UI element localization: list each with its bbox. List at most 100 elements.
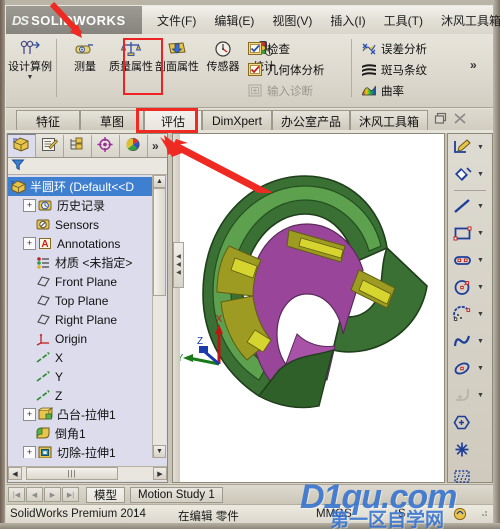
graphics-area[interactable]: X Y Z ◀ ◀ ◀ — [172, 133, 445, 483]
feature-manager-more-tabs[interactable]: » — [152, 139, 159, 153]
feature-tree-hscrollbar[interactable]: ◀ ||| ▶ — [8, 466, 167, 481]
tree-item-cut-extrude[interactable]: + 切除-拉伸1 — [8, 443, 154, 458]
tree-item-axis-z[interactable]: Z — [8, 386, 154, 405]
smart-dimension-button[interactable]: ▼ — [448, 161, 492, 188]
expander-plus-icon[interactable]: + — [23, 408, 36, 421]
tree-item-material[interactable]: 材质 <未指定> — [8, 253, 154, 272]
line-dropdown-caret[interactable]: ▼ — [477, 203, 484, 210]
slot-button[interactable]: ▼ — [448, 247, 492, 274]
circle-dropdown-caret[interactable]: ▼ — [477, 284, 484, 291]
tree-item-front-plane[interactable]: Front Plane — [8, 272, 154, 291]
ribbon-overflow-button[interactable]: » — [470, 58, 477, 72]
curvature-button[interactable]: 曲率 — [358, 80, 404, 101]
property-manager-tab[interactable] — [36, 134, 64, 157]
feature-manager-tab[interactable] — [8, 134, 36, 157]
tree-item-boss-extrude[interactable]: + 凸台-拉伸1 — [8, 405, 154, 424]
arc-icon — [451, 304, 475, 326]
status-rebuild-icon[interactable] — [453, 507, 467, 524]
rectangle-dropdown-caret[interactable]: ▼ — [477, 230, 484, 237]
tab-features[interactable]: 特征 — [16, 110, 80, 131]
scroll-up-icon[interactable]: ▲ — [153, 175, 166, 188]
geometry-analysis-button[interactable]: 几何体分析 — [244, 59, 325, 80]
ellipse-button[interactable]: ▼ — [448, 355, 492, 382]
property-manager-icon — [40, 136, 59, 156]
arc-dropdown-caret[interactable]: ▼ — [477, 311, 484, 318]
tree-item-label: Right Plane — [55, 312, 118, 327]
zebra-stripes-button[interactable]: 斑马条纹 — [358, 59, 427, 80]
design-study-button[interactable]: 设计算例 ▼ — [8, 34, 52, 81]
tree-item-annotations[interactable]: + A Annotations — [8, 234, 154, 253]
arc-button[interactable]: ▼ — [448, 301, 492, 328]
graphics-left-strip — [173, 134, 180, 482]
tab-dimxpert[interactable]: DimXpert — [202, 110, 272, 131]
hscroll-thumb[interactable]: ||| — [26, 467, 118, 480]
menu-item-edit[interactable]: 编辑(E) — [205, 9, 263, 32]
configuration-manager-tab[interactable] — [64, 134, 92, 157]
tab-mufeng-toolbox[interactable]: 沐风工具箱 — [350, 110, 428, 131]
circle-button[interactable]: ▼ — [448, 274, 492, 301]
tree-item-top-plane[interactable]: Top Plane — [8, 291, 154, 310]
polygon-button[interactable] — [448, 409, 492, 436]
tree-item-chamfer[interactable]: 倒角1 — [8, 424, 154, 443]
deviation-analysis-button[interactable]: 误差分析 — [358, 38, 427, 59]
tree-item-axis-y[interactable]: Y — [8, 367, 154, 386]
point-button[interactable] — [448, 436, 492, 463]
scroll-left-icon[interactable]: ◀ — [8, 467, 22, 480]
slot-dropdown-caret[interactable]: ▼ — [477, 257, 484, 264]
tree-item-history[interactable]: + 历史记录 — [8, 196, 154, 215]
tree-item-origin[interactable]: Origin — [8, 329, 154, 348]
status-units[interactable]: MMGS — [316, 508, 352, 520]
display-manager-tab[interactable] — [120, 134, 148, 157]
bottom-tab-model[interactable]: 模型 — [86, 487, 125, 503]
menu-item-view[interactable]: 视图(V) — [263, 9, 321, 32]
check-button[interactable]: 检查 — [244, 38, 290, 59]
nav-last-icon[interactable]: ▶| — [62, 487, 79, 502]
line-button[interactable]: ▼ — [448, 193, 492, 220]
dimension-dropdown-caret[interactable]: ▼ — [477, 171, 484, 178]
resize-grip-icon[interactable] — [477, 506, 489, 521]
design-study-dropdown-caret[interactable]: ▼ — [27, 74, 34, 81]
nav-next-icon[interactable]: ▶ — [44, 487, 61, 502]
measure-button[interactable]: 测量 — [62, 34, 108, 73]
feature-tree-vscrollbar[interactable]: ▲ ▼ — [152, 175, 166, 458]
tree-item-part-root[interactable]: 半圆环 (Default<<D — [8, 177, 154, 196]
tree-item-sensors[interactable]: Sensors — [8, 215, 154, 234]
restore-window-icon[interactable] — [434, 112, 448, 128]
menu-item-mufeng-toolbox[interactable]: 沐风工具箱 — [432, 9, 500, 32]
fillet-dropdown-caret[interactable]: ▼ — [477, 392, 484, 399]
spline-dropdown-caret[interactable]: ▼ — [477, 338, 484, 345]
nav-prev-icon[interactable]: ◀ — [26, 487, 43, 502]
sketch-dropdown-caret[interactable]: ▼ — [477, 144, 484, 151]
scroll-down-icon[interactable]: ▼ — [153, 445, 166, 458]
fillet-button[interactable]: ▼ — [448, 382, 492, 409]
ribbon-separator-1 — [56, 39, 57, 97]
tree-item-axis-x[interactable]: X — [8, 348, 154, 367]
expander-plus-icon[interactable]: + — [23, 237, 36, 250]
tree-item-right-plane[interactable]: Right Plane — [8, 310, 154, 329]
panel-splitter-handle[interactable]: ◀ ◀ ◀ — [173, 242, 184, 288]
rectangle-button[interactable]: ▼ — [448, 220, 492, 247]
menu-item-file[interactable]: 文件(F) — [148, 9, 205, 32]
ribbon-separator-2 — [351, 39, 352, 97]
ellipse-dropdown-caret[interactable]: ▼ — [477, 365, 484, 372]
vscroll-thumb[interactable] — [153, 188, 166, 296]
feature-tree-filter-bar[interactable] — [8, 158, 167, 175]
expander-plus-icon[interactable]: + — [23, 446, 36, 458]
scroll-right-icon[interactable]: ▶ — [153, 467, 167, 480]
tree-item-label: Z — [55, 388, 63, 403]
menu-item-insert[interactable]: 插入(I) — [321, 9, 374, 32]
bottom-tab-motion-study[interactable]: Motion Study 1 — [130, 487, 223, 503]
sensor-button[interactable]: 传感器 — [200, 34, 246, 73]
menu-item-tools[interactable]: 工具(T) — [375, 9, 432, 32]
expander-plus-icon[interactable]: + — [23, 199, 36, 212]
dimxpert-manager-tab[interactable] — [92, 134, 120, 157]
geometry-analysis-icon — [246, 62, 263, 78]
nav-first-icon[interactable]: |◀ — [8, 487, 25, 502]
tab-sketch[interactable]: 草图 — [80, 110, 144, 131]
import-diagnostics-button[interactable]: 输入诊断 — [244, 80, 313, 101]
sketch-button[interactable]: ▼ — [448, 134, 492, 161]
spline-button[interactable]: ▼ — [448, 328, 492, 355]
tab-office-products[interactable]: 办公室产品 — [272, 110, 350, 131]
close-document-icon[interactable] — [453, 112, 467, 128]
